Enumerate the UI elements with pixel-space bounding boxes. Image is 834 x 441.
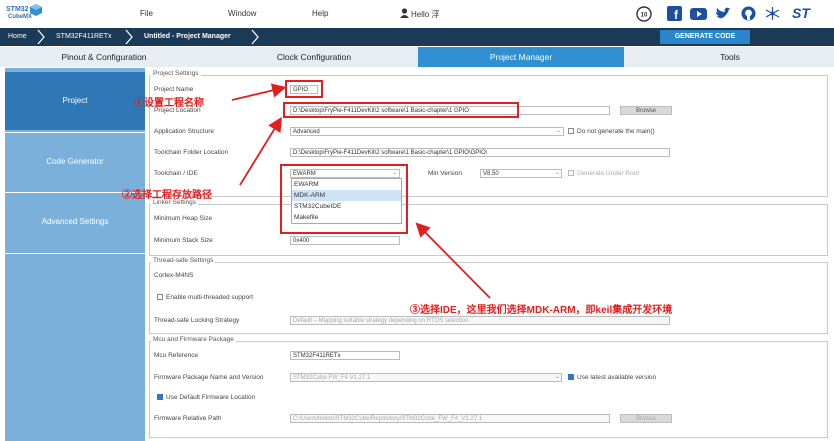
annotation-arrows <box>231 83 491 299</box>
annotation-step1: ①设置工程名称 <box>134 98 204 109</box>
annotation-step3: ③选择IDE，这里我们选择MDK-ARM，即keil集成开发环境 <box>410 305 673 316</box>
annotation-step2: ②选择工程存放路径 <box>122 190 212 201</box>
